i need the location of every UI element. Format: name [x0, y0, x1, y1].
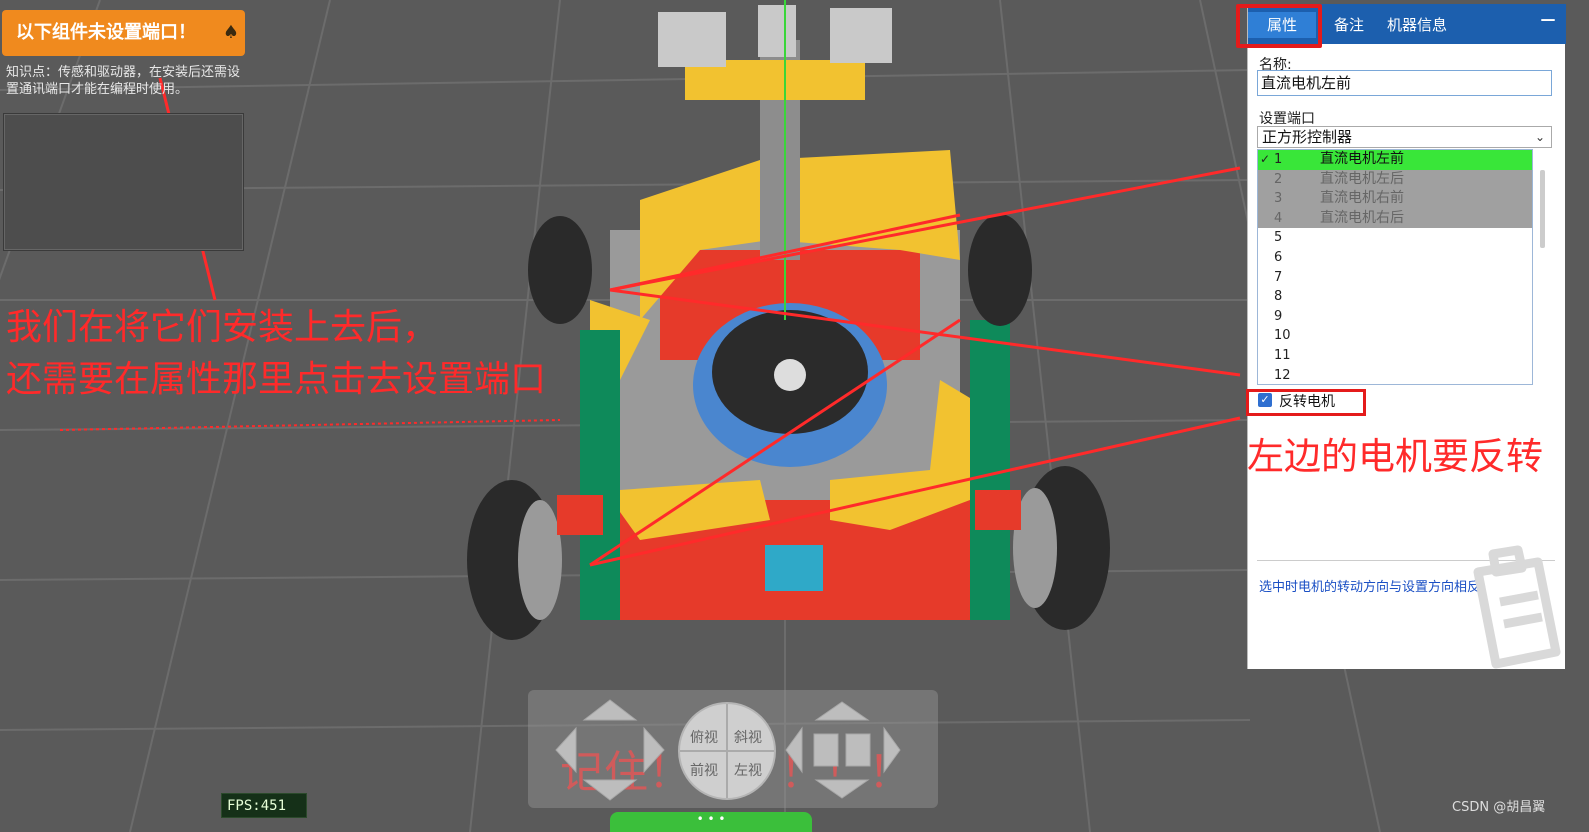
- port-row-12[interactable]: 12: [1258, 366, 1532, 384]
- port-number: 11: [1274, 347, 1291, 363]
- port-assigned-device: 直流电机左后: [1320, 170, 1404, 187]
- port-row-6[interactable]: 6: [1258, 248, 1532, 268]
- pan-left-icon: [785, 726, 803, 774]
- watermark: CSDN @胡昌翼: [1452, 800, 1546, 815]
- pan-right-icon: [883, 726, 901, 774]
- port-check-icon: ✓: [1260, 152, 1271, 166]
- fps-counter: FPS:451: [221, 793, 307, 818]
- port-number: 12: [1274, 367, 1291, 383]
- properties-tab-highlight: [1236, 4, 1322, 48]
- port-assigned-device: 直流电机右后: [1320, 209, 1404, 226]
- port-number: 1: [1274, 152, 1283, 167]
- view-oblique-button[interactable]: 斜视: [734, 727, 762, 747]
- port-row-4[interactable]: 4 直流电机右后: [1258, 208, 1532, 229]
- port-number: 2: [1274, 171, 1283, 187]
- reverse-motor-label[interactable]: 反转电机: [1279, 391, 1335, 411]
- run-bar-handle[interactable]: • • •: [610, 812, 812, 832]
- controller-select[interactable]: 正方形控制器 ⌄: [1257, 126, 1552, 148]
- tab-robot-info[interactable]: 机器信息: [1380, 12, 1454, 38]
- port-row-9[interactable]: 9: [1258, 307, 1532, 327]
- rotate-down-icon: [582, 779, 638, 801]
- annotation-install-note: 我们在将它们安装上去后，: [6, 307, 439, 348]
- name-input[interactable]: 直流电机左前: [1257, 70, 1552, 96]
- tab-notes[interactable]: 备注: [1322, 12, 1376, 38]
- port-number: 3: [1274, 191, 1283, 207]
- collapse-icon[interactable]: ♠: [223, 10, 239, 56]
- port-number: 5: [1274, 230, 1283, 246]
- port-row-1[interactable]: ✓ 1 直流电机左前: [1258, 150, 1532, 170]
- port-row-11[interactable]: 11: [1258, 346, 1532, 366]
- controller-select-value: 正方形控制器: [1262, 128, 1353, 146]
- port-number: 6: [1274, 249, 1283, 265]
- warning-title: 以下组件未设置端口！: [16, 22, 196, 43]
- chevron-down-icon: ⌄: [1534, 130, 1545, 144]
- port-assigned-device: 直流电机左前: [1320, 151, 1404, 167]
- warning-description: 知识点：传感和驱动器，在安装后还需设置通讯端口才能在编程时使用。: [6, 65, 241, 97]
- zoom-out-icon: [845, 733, 871, 767]
- annotation-reverse-left-motors: 左边的电机要反转: [1247, 435, 1543, 478]
- rotate-left-icon: [555, 726, 577, 774]
- rotate-up-icon: [582, 699, 638, 721]
- port-number: 9: [1274, 308, 1283, 324]
- pan-down-icon: [814, 779, 870, 799]
- port-row-5[interactable]: 5: [1258, 228, 1532, 248]
- port-number: 4: [1274, 210, 1283, 226]
- view-top-button[interactable]: 俯视: [690, 727, 718, 747]
- annotation-port-note: 还需要在属性那里点击去设置端口: [6, 359, 547, 400]
- minimize-icon[interactable]: —: [1538, 6, 1558, 32]
- clipboard-icon: [1473, 545, 1561, 669]
- unset-components-list[interactable]: [3, 113, 244, 251]
- port-assigned-device: 直流电机右前: [1320, 190, 1404, 207]
- port-row-8[interactable]: 8: [1258, 287, 1532, 307]
- rotate-right-icon: [643, 726, 665, 774]
- reverse-motor-checkbox[interactable]: ✓: [1258, 393, 1272, 407]
- pan-up-icon: [814, 701, 870, 721]
- port-row-7[interactable]: 7: [1258, 268, 1532, 288]
- property-panel: 属性 备注 机器信息 — 名称: 直流电机左前 设置端口 正方形控制器 ⌄ ✓ 1…: [1236, 4, 1566, 669]
- port-list[interactable]: ✓ 1 直流电机左前 2 直流电机左后 3 直流电机右前 4 直流电机右后 5 6 7 8 9 10 11 12: [1257, 149, 1533, 385]
- view-front-button[interactable]: 前视: [690, 760, 718, 780]
- port-number: 7: [1274, 269, 1283, 285]
- zoom-in-icon: [813, 733, 839, 767]
- unset-port-warning-header[interactable]: 以下组件未设置端口！ ♠: [2, 10, 245, 56]
- port-row-10[interactable]: 10: [1258, 326, 1532, 346]
- port-label: 设置端口: [1259, 111, 1315, 127]
- port-list-scrollbar[interactable]: [1540, 170, 1545, 248]
- port-row-3[interactable]: 3 直流电机右前: [1258, 189, 1532, 209]
- view-left-button[interactable]: 左视: [734, 760, 762, 780]
- view-dial-divider-h: [680, 750, 774, 752]
- port-number: 10: [1274, 328, 1291, 344]
- port-row-2[interactable]: 2 直流电机左后: [1258, 169, 1532, 190]
- port-number: 8: [1274, 289, 1283, 305]
